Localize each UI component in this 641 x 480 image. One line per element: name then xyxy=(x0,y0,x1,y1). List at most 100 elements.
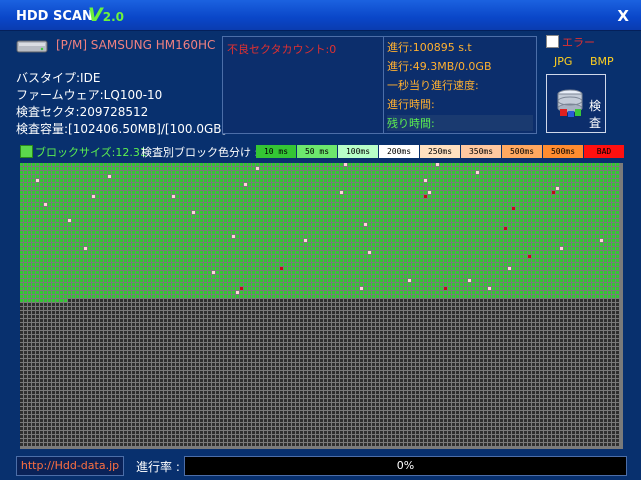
scan-block xyxy=(276,207,279,210)
scan-block xyxy=(492,227,495,230)
scan-block xyxy=(60,183,63,186)
scan-block xyxy=(268,215,271,218)
scan-block xyxy=(320,199,323,202)
scan-block xyxy=(332,199,335,202)
scan-block xyxy=(212,231,215,234)
scan-block xyxy=(84,251,87,254)
scan-block xyxy=(168,227,171,230)
scan-block xyxy=(164,167,167,170)
scan-block xyxy=(328,243,331,246)
scan-block xyxy=(208,283,211,286)
scan-block xyxy=(308,223,311,226)
scan-block xyxy=(236,215,239,218)
scan-block xyxy=(320,259,323,262)
scan-block xyxy=(536,203,539,206)
scan-block xyxy=(512,263,515,266)
scan-block xyxy=(532,275,535,278)
scan-block xyxy=(560,227,563,230)
scan-block xyxy=(180,267,183,270)
scan-block xyxy=(300,251,303,254)
scan-block xyxy=(132,211,135,214)
scan-block xyxy=(536,219,539,222)
scan-block xyxy=(504,195,507,198)
scan-button[interactable]: 検査 xyxy=(546,74,606,133)
scan-block xyxy=(36,187,39,190)
scan-block xyxy=(368,207,371,210)
scan-block xyxy=(404,163,407,166)
scan-block xyxy=(56,263,59,266)
scan-block xyxy=(524,271,527,274)
scan-block xyxy=(192,239,195,242)
scan-block xyxy=(400,167,403,170)
scan-block xyxy=(216,251,219,254)
scan-block xyxy=(440,267,443,270)
scan-block xyxy=(220,179,223,182)
scan-block xyxy=(180,263,183,266)
scan-block xyxy=(88,247,91,250)
scan-block xyxy=(432,283,435,286)
close-button[interactable]: X xyxy=(617,7,629,25)
scan-block xyxy=(80,227,83,230)
scan-block xyxy=(320,171,323,174)
scan-block xyxy=(360,199,363,202)
scan-block xyxy=(40,295,43,298)
scan-block xyxy=(364,291,367,294)
scan-block xyxy=(296,199,299,202)
scan-block xyxy=(540,259,543,262)
scan-block xyxy=(488,259,491,262)
scan-block xyxy=(592,203,595,206)
scan-block xyxy=(508,279,511,282)
scan-block xyxy=(192,271,195,274)
scan-block xyxy=(196,243,199,246)
scan-block xyxy=(340,239,343,242)
error-checkbox[interactable] xyxy=(546,35,559,48)
scan-block xyxy=(28,259,31,262)
scan-block xyxy=(212,271,215,274)
scan-block xyxy=(84,199,87,202)
scan-block xyxy=(544,243,547,246)
scan-block xyxy=(192,291,195,294)
scan-block xyxy=(328,191,331,194)
scan-block xyxy=(452,183,455,186)
scan-block xyxy=(416,279,419,282)
scan-block xyxy=(476,243,479,246)
scan-block xyxy=(152,227,155,230)
scan-block xyxy=(596,271,599,274)
scan-block xyxy=(308,255,311,258)
scan-block xyxy=(596,219,599,222)
scan-block xyxy=(56,183,59,186)
scan-block xyxy=(20,263,23,266)
scan-block xyxy=(312,195,315,198)
scan-block xyxy=(320,239,323,242)
scan-block xyxy=(44,175,47,178)
scan-block xyxy=(456,291,459,294)
scan-block xyxy=(588,291,591,294)
scan-block xyxy=(184,223,187,226)
bmp-option[interactable]: BMP xyxy=(590,55,614,68)
scan-block xyxy=(68,223,71,226)
scan-block xyxy=(552,187,555,190)
scan-block xyxy=(600,247,603,250)
scan-block xyxy=(216,167,219,170)
jpg-option[interactable]: JPG xyxy=(554,55,572,68)
scan-block xyxy=(520,263,523,266)
scan-block xyxy=(516,235,519,238)
scan-block xyxy=(416,219,419,222)
scan-block xyxy=(268,219,271,222)
scan-block xyxy=(524,175,527,178)
scan-block xyxy=(412,275,415,278)
scan-block xyxy=(320,283,323,286)
scan-block xyxy=(448,263,451,266)
scan-block xyxy=(444,239,447,242)
scan-block xyxy=(528,215,531,218)
scan-block xyxy=(536,183,539,186)
scan-block xyxy=(132,167,135,170)
scan-block xyxy=(32,243,35,246)
scan-block xyxy=(344,167,347,170)
scan-block xyxy=(564,187,567,190)
scan-block xyxy=(488,211,491,214)
scan-block xyxy=(320,175,323,178)
scan-block xyxy=(596,239,599,242)
scan-block xyxy=(540,171,543,174)
scan-block xyxy=(20,227,23,230)
